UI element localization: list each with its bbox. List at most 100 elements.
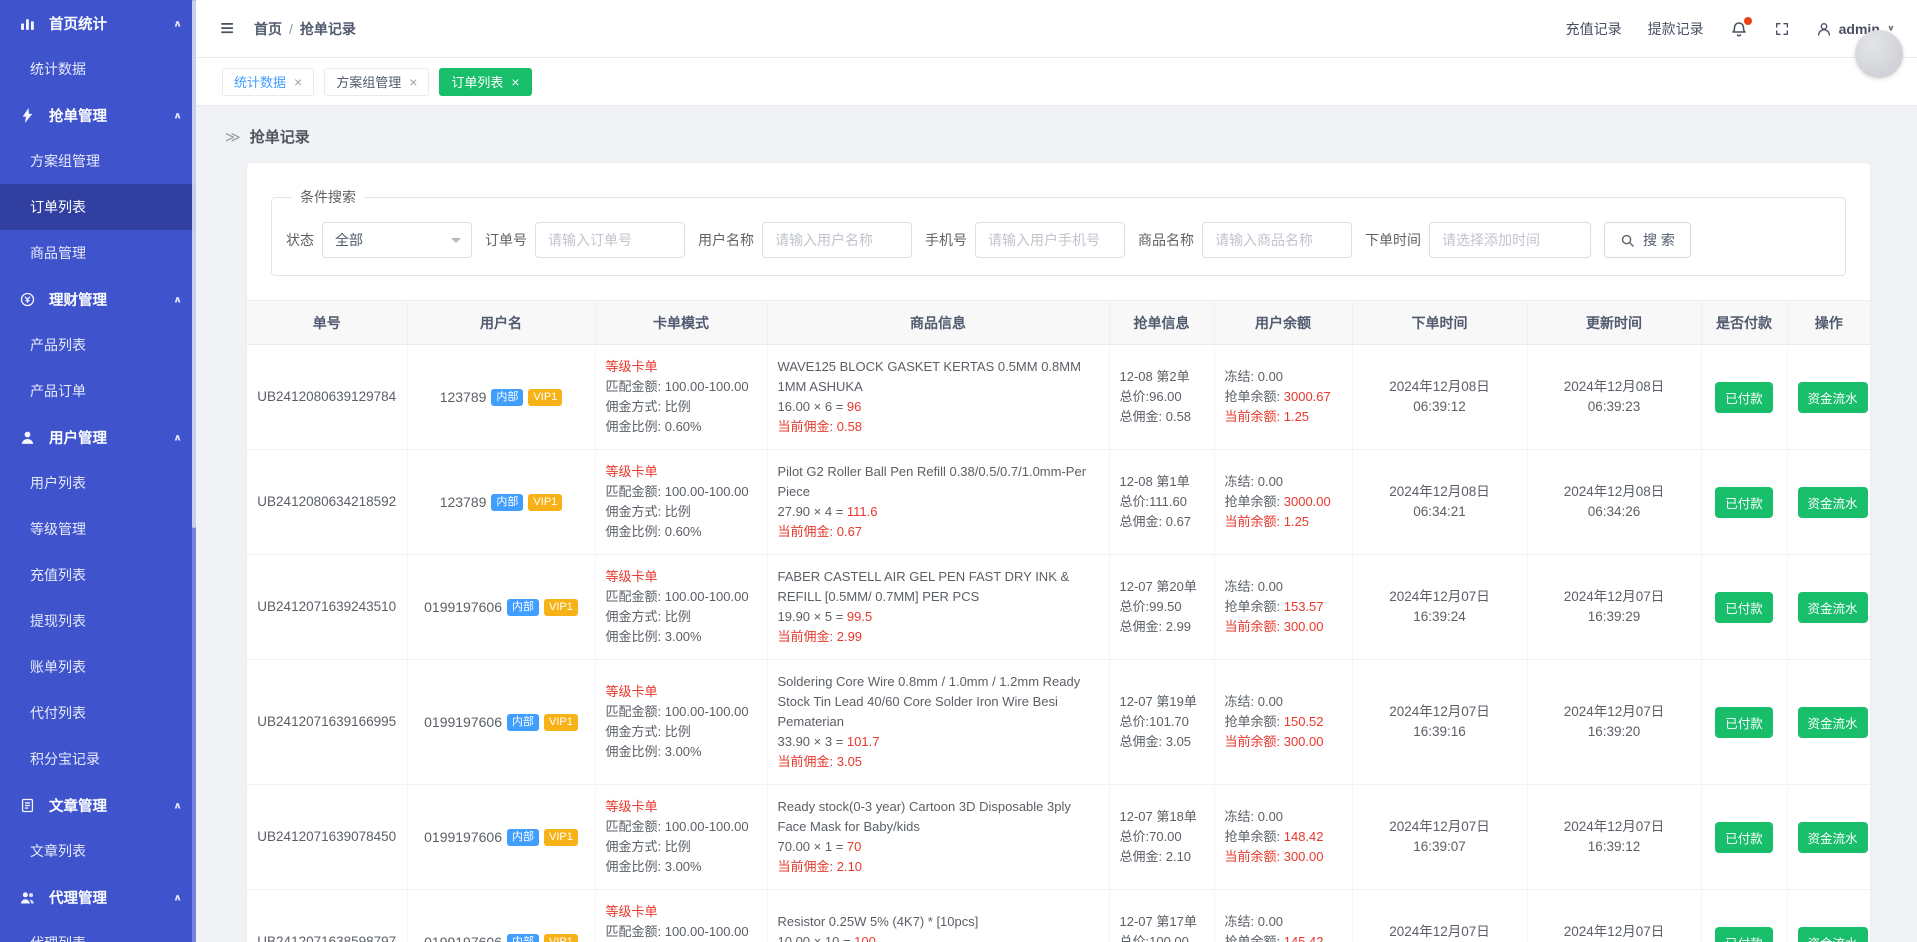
- sidebar-item-product-orders[interactable]: 产品订单: [0, 368, 196, 414]
- sidebar-item-user-list[interactable]: 用户列表: [0, 460, 196, 506]
- product-title: Soldering Core Wire 0.8mm / 1.0mm / 1.2m…: [777, 674, 1081, 729]
- header-paid-status: 是否付款: [1701, 300, 1788, 345]
- grab-sequence: 12-08 第1单: [1119, 474, 1190, 489]
- chevron-up-icon: ∧: [173, 110, 182, 121]
- product-title: WAVE125 BLOCK GASKET KERTAS 0.5MM 0.8MM …: [777, 359, 1081, 394]
- tab-close-icon[interactable]: ×: [294, 75, 302, 89]
- paid-status-badge: 已付款: [1715, 381, 1773, 413]
- sidebar-section-home-stats[interactable]: 首页统计 ∧: [0, 0, 196, 46]
- sidebar-section-user-mgmt[interactable]: 用户管理 ∧: [0, 414, 196, 460]
- sidebar-section-article-mgmt[interactable]: 文章管理 ∧: [0, 782, 196, 828]
- paid-status-badge: 已付款: [1715, 821, 1773, 853]
- floating-avatar[interactable]: [1855, 30, 1903, 78]
- search-row: 状态 全部 订单号 用户名称: [286, 222, 1831, 258]
- sidebar: 首页统计 ∧ 统计数据 抢单管理 ∧ 方案组管理 订单列表 商品管理 理财管理 …: [0, 0, 196, 942]
- formula-result: 100: [854, 934, 876, 942]
- withdraw-records-link[interactable]: 提款记录: [1648, 19, 1704, 39]
- tab-close-icon[interactable]: ×: [409, 75, 417, 89]
- sidebar-item-product-list[interactable]: 产品列表: [0, 322, 196, 368]
- notification-bell-icon[interactable]: [1730, 16, 1752, 38]
- grab-balance-value: 145.42: [1283, 934, 1324, 942]
- user-name-input[interactable]: [762, 222, 912, 258]
- sidebar-section-agent-mgmt[interactable]: 代理管理 ∧: [0, 874, 196, 920]
- tab-order-list[interactable]: 订单列表 ×: [439, 67, 532, 96]
- commission-ratio: 佣金比例: 3.00%: [605, 629, 702, 644]
- product-name-input[interactable]: [1202, 222, 1352, 258]
- grab-balance: 抢单余额: 3000.00: [1225, 492, 1342, 512]
- grab-commission: 总佣金: 2.10: [1119, 849, 1192, 864]
- sidebar-item-points-records[interactable]: 积分宝记录: [0, 736, 196, 782]
- notification-dot: [1743, 16, 1752, 25]
- tab-stats-data[interactable]: 统计数据 ×: [222, 67, 315, 96]
- hamburger-menu-icon[interactable]: ≡: [220, 16, 234, 41]
- card-mode: 等级卡单: [605, 569, 658, 584]
- price-formula: 16.00 × 6 = 96: [778, 397, 1099, 417]
- user-name-field: 用户名称: [698, 222, 912, 258]
- username: 0199197606: [424, 934, 502, 942]
- phone-field: 手机号: [925, 222, 1125, 258]
- fullscreen-icon[interactable]: [1774, 21, 1790, 37]
- paid-status-badge: 已付款: [1715, 591, 1773, 623]
- chevron-up-icon: ∧: [173, 800, 182, 811]
- grab-balance-value: 148.42: [1283, 829, 1324, 844]
- main-area: ≡ 首页 / 抢单记录 充值记录 提款记录 admin ∨ 统计数据 × 方案组…: [196, 0, 1917, 942]
- sidebar-item-payout-list[interactable]: 代付列表: [0, 690, 196, 736]
- sidebar-item-withdraw-list[interactable]: 提现列表: [0, 598, 196, 644]
- username: 123789: [439, 494, 487, 510]
- fund-flow-button[interactable]: 资金流水: [1797, 706, 1868, 738]
- user-cell: 0199197606 内部 VIP1: [418, 713, 585, 731]
- phone-input[interactable]: [975, 222, 1125, 258]
- sidebar-item-plan-group[interactable]: 方案组管理: [0, 138, 196, 184]
- current-balance: 当前余额: 1.25: [1224, 514, 1310, 529]
- current-commission: 当前佣金: 0.58: [777, 419, 863, 434]
- sidebar-item-order-list[interactable]: 订单列表: [0, 184, 196, 230]
- status-select[interactable]: 全部: [322, 222, 472, 258]
- breadcrumb-current: 抢单记录: [299, 20, 356, 37]
- fund-flow-button[interactable]: 资金流水: [1797, 926, 1868, 942]
- user-icon: [20, 430, 40, 445]
- status-select-value: 全部: [335, 232, 363, 248]
- paid-status-badge: 已付款: [1715, 486, 1773, 518]
- sidebar-item-article-list[interactable]: 文章列表: [0, 828, 196, 874]
- orders-card: 条件搜索 状态 全部 订单号 请输入订单号 用户名称 请输入用户名称 手机号 请…: [247, 163, 1870, 942]
- recharge-records-link[interactable]: 充值记录: [1566, 19, 1622, 39]
- search-button[interactable]: 搜 索: [1604, 222, 1691, 258]
- sidebar-item-bill-list[interactable]: 账单列表: [0, 644, 196, 690]
- grab-total: 总价:96.00: [1119, 389, 1182, 404]
- sidebar-item-product-mgmt[interactable]: 商品管理: [0, 230, 196, 276]
- tab-plan-group[interactable]: 方案组管理 ×: [324, 67, 430, 96]
- sidebar-section-label: 代理管理: [49, 890, 107, 907]
- header-order-time: 下单时间: [1352, 300, 1528, 345]
- fund-flow-button[interactable]: 资金流水: [1797, 591, 1868, 623]
- internal-badge: 内部: [507, 713, 539, 731]
- order-no-input[interactable]: [535, 222, 685, 258]
- card-mode: 等级卡单: [605, 464, 658, 479]
- sidebar-item-stats-data[interactable]: 统计数据: [0, 46, 196, 92]
- grab-commission: 总佣金: 3.05: [1119, 734, 1192, 749]
- sidebar-section-grab-mgmt[interactable]: 抢单管理 ∧: [0, 92, 196, 138]
- commission-method: 佣金方式: 比例: [605, 609, 691, 624]
- commission-method: 佣金方式: 比例: [605, 839, 691, 854]
- sidebar-section-label: 理财管理: [49, 292, 107, 309]
- internal-badge: 内部: [491, 388, 524, 406]
- order-time-input[interactable]: [1429, 222, 1591, 258]
- page-title: ≫ 抢单记录: [225, 126, 1870, 147]
- sidebar-item-agent-list[interactable]: 代理列表: [0, 920, 196, 942]
- product-title: Ready stock(0-3 year) Cartoon 3D Disposa…: [777, 799, 1071, 834]
- tab-close-icon[interactable]: ×: [511, 75, 519, 89]
- grab-total: 总价:111.60: [1119, 494, 1187, 509]
- breadcrumb-home[interactable]: 首页: [254, 19, 282, 39]
- sidebar-section-finance-mgmt[interactable]: 理财管理 ∧: [0, 276, 196, 322]
- current-balance: 当前余额: 300.00: [1224, 619, 1324, 634]
- sidebar-item-level-mgmt[interactable]: 等级管理: [0, 506, 196, 552]
- formula-expression: 16.00 × 6 =: [777, 399, 844, 414]
- fund-flow-button[interactable]: 资金流水: [1797, 486, 1868, 518]
- sidebar-section-label: 首页统计: [49, 16, 107, 33]
- header-order-no: 单号: [247, 300, 408, 345]
- grab-balance-label: 抢单余额:: [1224, 389, 1281, 404]
- fund-flow-button[interactable]: 资金流水: [1797, 821, 1868, 853]
- fund-flow-button[interactable]: 资金流水: [1797, 381, 1868, 413]
- sidebar-item-recharge-list[interactable]: 充值列表: [0, 552, 196, 598]
- table-row: UB2412080634218592 123789 内部 VIP1 等级卡单 匹…: [247, 449, 1870, 555]
- sidebar-section-label: 用户管理: [49, 430, 107, 447]
